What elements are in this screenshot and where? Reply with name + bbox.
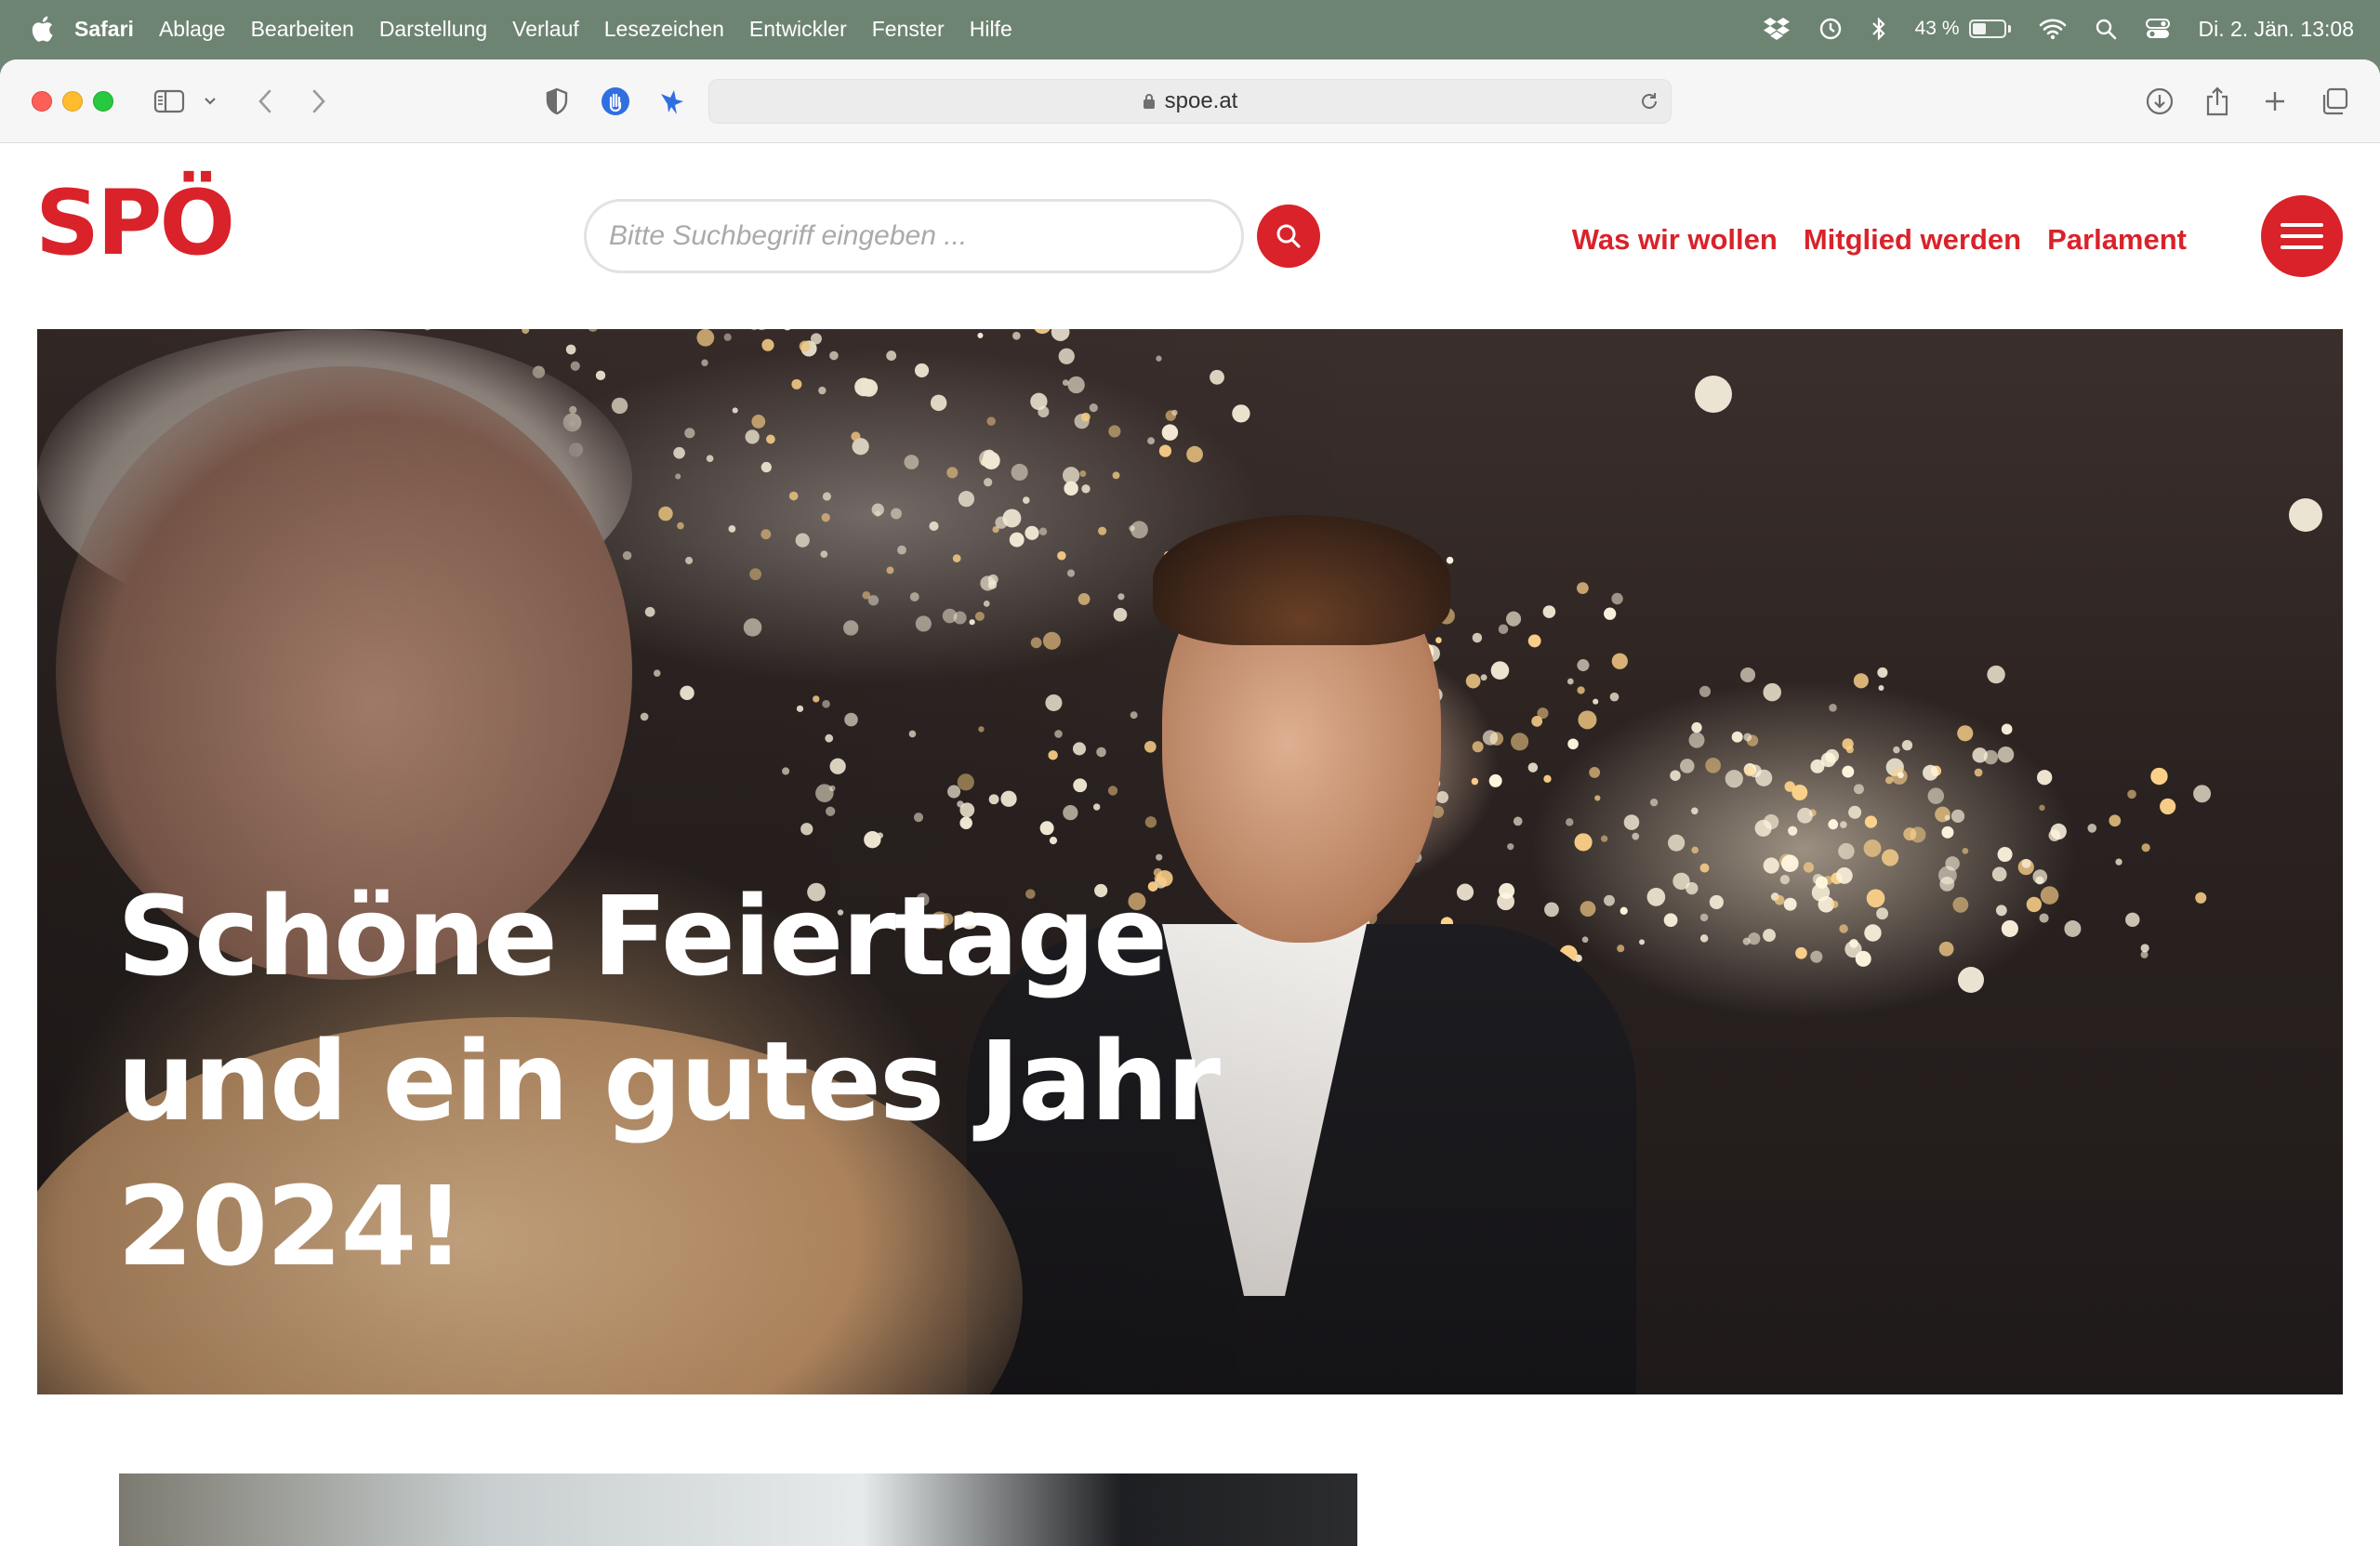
hero-title-line: Schöne Feiertage: [117, 872, 1168, 1000]
extension-hand-icon[interactable]: [599, 84, 632, 119]
spotlight-icon[interactable]: [2095, 18, 2117, 40]
menu-entwickler[interactable]: Entwickler: [749, 17, 847, 42]
battery-gauge: [1968, 20, 2006, 38]
hamburger-line: [2281, 234, 2323, 238]
menu-hilfe[interactable]: Hilfe: [970, 17, 1012, 42]
search-button[interactable]: [1257, 205, 1320, 268]
menu-app-safari[interactable]: Safari: [74, 17, 134, 42]
status-area: 43 % Di. 2. Jän. 13:08: [1735, 0, 2354, 58]
web-page: SPÖ Was wir wollen Mitglied werden Parla…: [0, 143, 2380, 1546]
hamburger-line: [2281, 223, 2323, 227]
close-window-button[interactable]: [32, 91, 52, 112]
menubar-datetime[interactable]: Di. 2. Jän. 13:08: [2199, 17, 2355, 42]
spoe-logo[interactable]: SPÖ: [35, 178, 235, 271]
zoom-window-button[interactable]: [93, 91, 113, 112]
apple-icon[interactable]: [30, 15, 54, 43]
control-center-icon[interactable]: [2145, 18, 2171, 40]
minimize-window-button[interactable]: [62, 91, 83, 112]
nav-was-wir-wollen[interactable]: Was wir wollen: [1572, 223, 1778, 257]
forward-icon[interactable]: [307, 84, 331, 119]
teaser-image[interactable]: [119, 1473, 1357, 1546]
download-icon[interactable]: [2144, 84, 2175, 119]
battery-icon[interactable]: 43 %: [1915, 18, 2011, 40]
site-header: SPÖ Was wir wollen Mitglied werden Parla…: [0, 143, 2380, 329]
hero-title-line: und ein gutes Jahr: [117, 1017, 1221, 1145]
browser-toolbar: spoe.at: [0, 59, 2380, 143]
new-tab-icon[interactable]: [2261, 84, 2289, 119]
time-machine-icon[interactable]: [1818, 17, 1843, 41]
menu-lesezeichen[interactable]: Lesezeichen: [604, 17, 724, 42]
hero-title-line: 2024!: [117, 1162, 465, 1290]
url-text: spoe.at: [1164, 88, 1238, 113]
dropbox-icon[interactable]: [1763, 17, 1791, 41]
menu-ablage[interactable]: Ablage: [159, 17, 226, 42]
share-icon[interactable]: [2203, 84, 2231, 119]
main-nav: Was wir wollen Mitglied werden Parlament: [1546, 223, 2187, 257]
battery-fill: [1972, 23, 1986, 34]
nav-mitglied-werden[interactable]: Mitglied werden: [1804, 223, 2021, 257]
back-icon[interactable]: [253, 84, 277, 119]
battery-percent: 43 %: [1914, 18, 1960, 39]
logo-text: SPÖ: [35, 171, 235, 275]
privacy-shield-icon[interactable]: [543, 84, 571, 119]
bluetooth-icon[interactable]: [1871, 16, 1887, 42]
menu-verlauf[interactable]: Verlauf: [512, 17, 579, 42]
menu-bearbeiten[interactable]: Bearbeiten: [251, 17, 354, 42]
search-form: [584, 199, 1320, 273]
chevron-down-icon[interactable]: [203, 84, 218, 119]
menu-darstellung[interactable]: Darstellung: [379, 17, 487, 42]
hero-title: Schöne Feiertage und ein gutes Jahr 2024…: [117, 864, 1233, 1299]
search-icon: [1276, 224, 1301, 248]
search-input[interactable]: [584, 199, 1244, 273]
hamburger-line: [2281, 245, 2323, 249]
address-bar[interactable]: spoe.at: [708, 79, 1672, 124]
menu-fenster[interactable]: Fenster: [872, 17, 945, 42]
extension-bird-icon[interactable]: [656, 84, 688, 119]
nav-parlament[interactable]: Parlament: [2047, 223, 2187, 257]
wifi-icon[interactable]: [2039, 18, 2067, 40]
reload-icon[interactable]: [1639, 91, 1659, 116]
macos-menubar: Safari Ablage Bearbeiten Darstellung Ver…: [0, 0, 2380, 58]
lock-icon: [1143, 94, 1155, 109]
safari-window: spoe.at SPÖ Bitte Suchbegriff eingeben .…: [0, 59, 2380, 1546]
tab-overview-icon[interactable]: [2319, 84, 2350, 119]
menu-button[interactable]: [2261, 195, 2343, 277]
hero-banner[interactable]: Schöne Feiertage und ein gutes Jahr 2024…: [37, 329, 2343, 1394]
sidebar-icon[interactable]: [152, 84, 186, 119]
